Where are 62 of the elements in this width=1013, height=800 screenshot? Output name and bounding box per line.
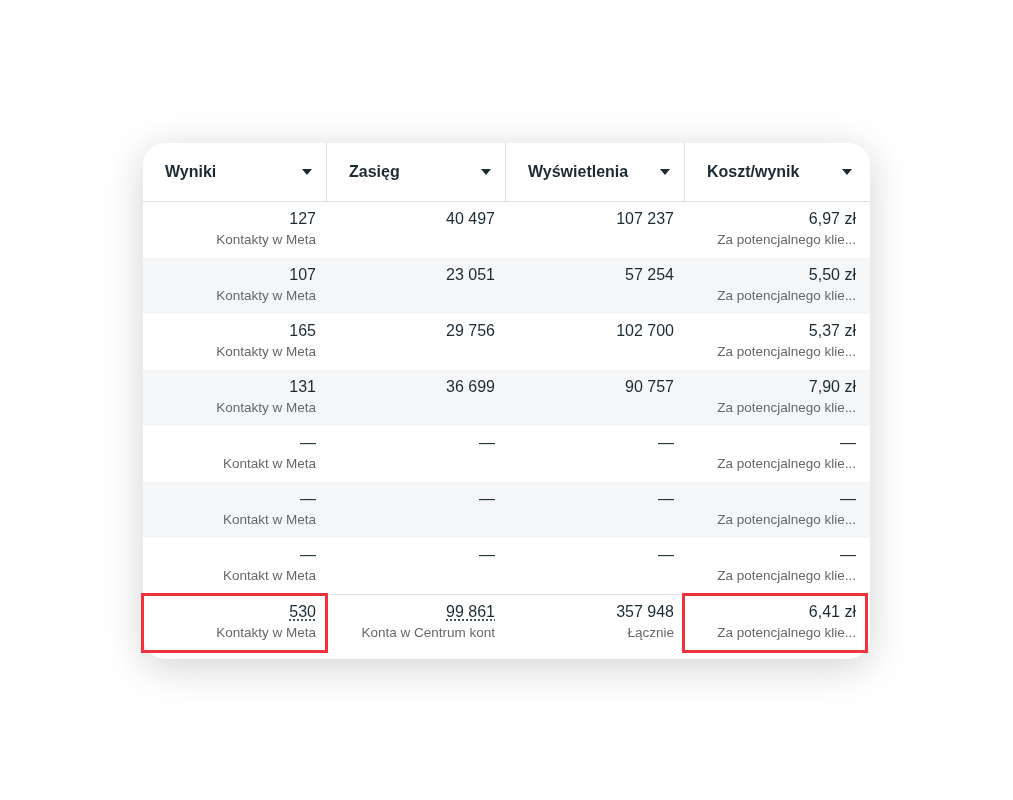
header-label: Zasięg: [349, 162, 400, 182]
cell-caption: Kontakty w Meta: [216, 343, 316, 361]
cell-caption: Za potencjalnego klie...: [717, 343, 856, 361]
cell-caption: Za potencjalnego klie...: [717, 231, 856, 249]
column-header[interactable]: Wyświetlenia: [505, 143, 684, 201]
cell-caption: Za potencjalnego klie...: [717, 287, 856, 305]
cell-value: 36 699: [446, 377, 495, 397]
cell-value: 23 051: [446, 265, 495, 285]
cell-value: —: [479, 433, 495, 453]
cell-value: 40 497: [446, 209, 495, 229]
cell-caption: Kontakt w Meta: [222, 511, 316, 529]
column-header[interactable]: Zasięg: [326, 143, 505, 201]
column-header[interactable]: Koszt/wynik: [684, 143, 866, 201]
cell-value: 131: [289, 377, 316, 397]
cell-caption: Kontakt w Meta: [222, 567, 316, 585]
sort-caret-icon[interactable]: [302, 169, 312, 175]
header-label: Koszt/wynik: [707, 162, 800, 182]
cell-value: —: [479, 545, 495, 565]
cell-value: 102 700: [616, 321, 674, 341]
cell-value: —: [658, 489, 674, 509]
cell-value: 530: [289, 602, 316, 622]
cell-caption: Łącznie: [627, 624, 674, 642]
cell-value: 57 254: [625, 265, 674, 285]
cell-value: —: [300, 489, 316, 509]
cell-value: 5,37 zł: [808, 321, 856, 341]
cell-value: 107: [289, 265, 316, 285]
column-header[interactable]: Wyniki: [143, 143, 326, 201]
cell-caption: Kontakty w Meta: [216, 399, 316, 417]
cell-value: —: [300, 545, 316, 565]
cell-caption: Kontakty w Meta: [216, 287, 316, 305]
cell-value: 127: [289, 209, 316, 229]
cell-value: 107 237: [616, 209, 674, 229]
cell-value: —: [840, 545, 856, 565]
cell-caption: Za potencjalnego klie...: [717, 624, 856, 642]
cell-caption: Za potencjalnego klie...: [717, 511, 856, 529]
cell-caption: Za potencjalnego klie...: [717, 399, 856, 417]
cell-value: 90 757: [625, 377, 674, 397]
cell-value: —: [479, 489, 495, 509]
cell-value: —: [658, 545, 674, 565]
sort-caret-icon[interactable]: [842, 169, 852, 175]
sort-caret-icon[interactable]: [660, 169, 670, 175]
cell-value: —: [840, 433, 856, 453]
cell-value: 6,97 zł: [808, 209, 856, 229]
cell-caption: Za potencjalnego klie...: [717, 455, 856, 473]
cell-value: —: [658, 433, 674, 453]
cell-value: 5,50 zł: [808, 265, 856, 285]
cell-caption: Konta w Centrum kont: [361, 624, 495, 642]
header-label: Wyniki: [165, 162, 217, 182]
cell-value: 99 861: [446, 602, 495, 622]
cell-caption: Za potencjalnego klie...: [717, 567, 856, 585]
cell-caption: Kontakty w Meta: [216, 231, 316, 249]
cell-caption: Kontakt w Meta: [222, 455, 316, 473]
cell-value: —: [840, 489, 856, 509]
cell-value: 165: [289, 321, 316, 341]
cell-value: 29 756: [446, 321, 495, 341]
header-label: Wyświetlenia: [528, 162, 629, 182]
cell-value: 357 948: [616, 602, 674, 622]
cell-value: 7,90 zł: [808, 377, 856, 397]
cell-value: —: [300, 433, 316, 453]
cell-value: 6,41 zł: [808, 602, 856, 622]
cell-caption: Kontakty w Meta: [216, 624, 316, 642]
sort-caret-icon[interactable]: [481, 169, 491, 175]
